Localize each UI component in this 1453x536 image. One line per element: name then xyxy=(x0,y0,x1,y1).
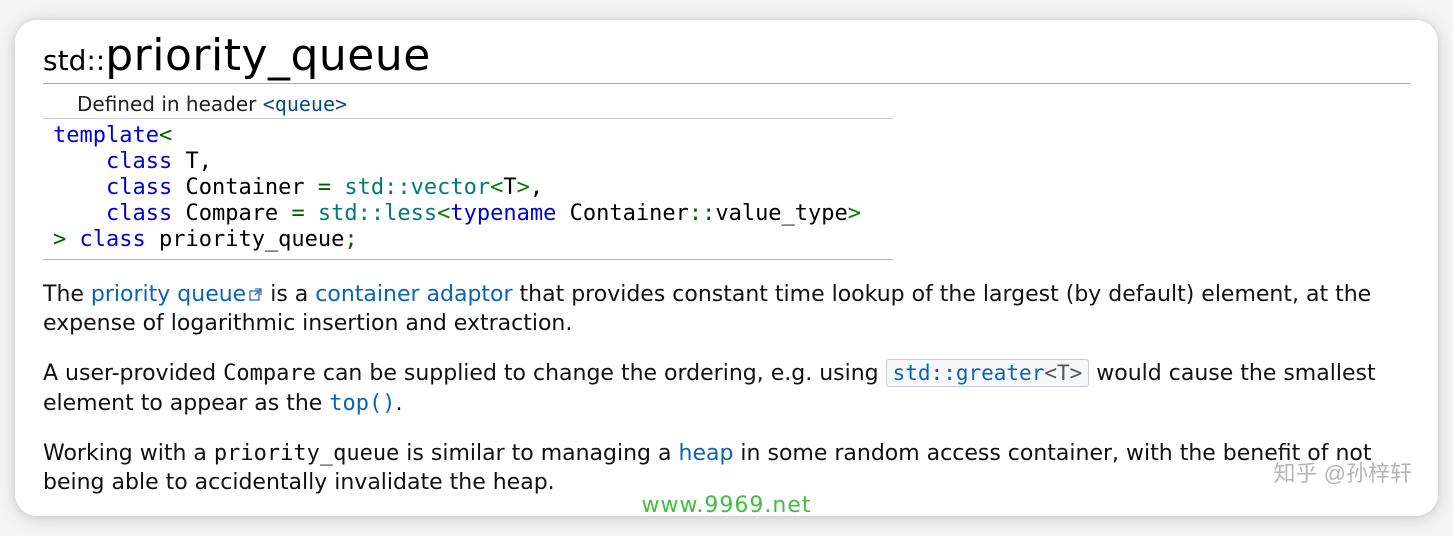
template-declaration: template< class T, class Container = std… xyxy=(43,119,893,260)
paragraph-2: A user-provided Compare can be supplied … xyxy=(43,359,1410,418)
external-link-icon xyxy=(249,280,263,310)
top-link[interactable]: top() xyxy=(329,391,395,416)
paragraph-1: The priority queue is a container adapto… xyxy=(43,280,1410,339)
priority-queue-link[interactable]: priority queue xyxy=(91,282,246,307)
defined-in-header: Defined in header <queue> xyxy=(43,88,893,119)
header-link[interactable]: <queue> xyxy=(263,92,347,116)
title-namespace: std:: xyxy=(43,44,105,77)
heap-link[interactable]: heap xyxy=(679,441,734,466)
page-title: std::priority_queue xyxy=(43,30,1410,84)
priority-queue-code: priority_queue xyxy=(214,441,399,466)
container-adaptor-link[interactable]: container adaptor xyxy=(315,282,512,307)
paragraph-3: Working with a priority_queue is similar… xyxy=(43,439,1410,498)
title-name: priority_queue xyxy=(105,30,431,81)
doc-card: std::priority_queue Defined in header <q… xyxy=(15,20,1438,516)
compare-code: Compare xyxy=(223,361,316,386)
defined-prefix: Defined in header xyxy=(77,92,263,116)
std-greater-code: std::greater<T> xyxy=(886,359,1090,387)
